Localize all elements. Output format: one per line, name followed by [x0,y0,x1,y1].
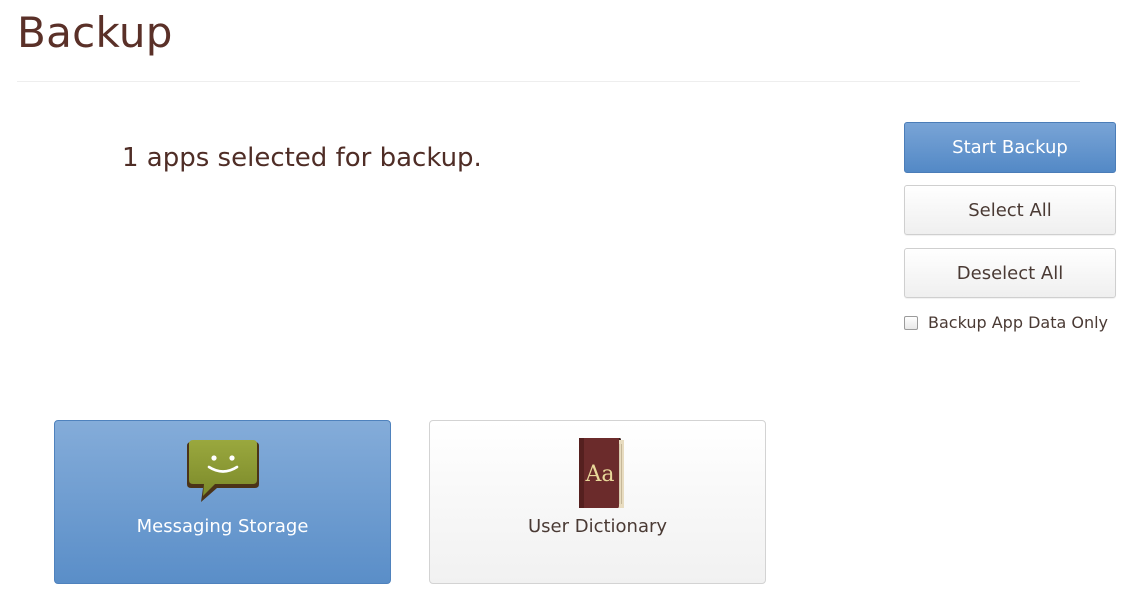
dictionary-icon-text: Aa [584,462,614,487]
app-name: Messaging Storage [136,516,309,537]
selection-status: 1 apps selected for backup. [122,143,482,173]
dictionary-icon: Aa [578,438,624,508]
app-tile-user-dictionary[interactable]: Aa User Dictionary [429,420,766,584]
messaging-icon [186,440,259,502]
app-name: User Dictionary [527,516,668,537]
select-all-button[interactable]: Select All [904,185,1116,235]
page-title: Backup [17,8,173,57]
backup-page: Backup 1 apps selected for backup. Start… [0,0,1136,593]
title-divider [17,81,1080,82]
app-data-only-option[interactable]: Backup App Data Only [904,313,1108,332]
deselect-all-button[interactable]: Deselect All [904,248,1116,298]
app-data-only-label: Backup App Data Only [928,313,1109,332]
app-tile-messaging-storage[interactable]: Messaging Storage [54,420,391,584]
start-backup-button[interactable]: Start Backup [904,122,1116,173]
app-data-only-checkbox[interactable] [904,315,918,330]
